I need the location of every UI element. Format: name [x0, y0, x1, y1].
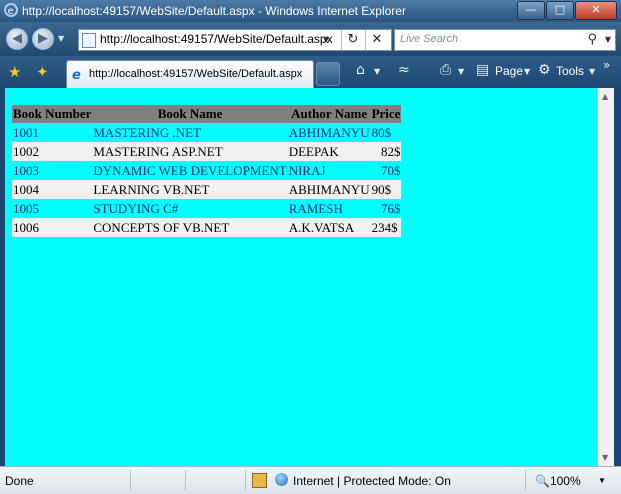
scroll-up-icon[interactable]: ▲ — [602, 92, 608, 101]
cell-price: 90$ — [370, 180, 402, 199]
tools-menu-button[interactable]: Tools — [556, 64, 584, 78]
page-icon — [82, 33, 96, 48]
books-grid: Book Number Book Name Author Name Price … — [12, 105, 402, 237]
cell-book-name: CONCEPTS OF VB.NET — [92, 218, 288, 237]
minimize-button[interactable]: — — [517, 1, 545, 20]
address-dropdown-icon[interactable]: ▼ — [323, 35, 329, 44]
tab-default-aspx[interactable]: e http://localhost:49157/WebSite/Default… — [66, 60, 314, 89]
header-book-name: Book Name — [92, 105, 288, 123]
cell-author-name: RAMESH — [287, 199, 371, 218]
maximize-button[interactable]: □ — [546, 1, 574, 20]
back-button[interactable]: ◀ — [6, 28, 28, 50]
cell-author-name: ABHIMANYU — [287, 123, 371, 142]
cell-book-number: 1006 — [12, 218, 93, 237]
page-content: Book Number Book Name Author Name Price … — [5, 88, 597, 466]
zoom-dropdown-icon[interactable]: ▼ — [598, 476, 606, 485]
grid-header-row: Book Number Book Name Author Name Price — [12, 105, 402, 123]
zoom-level[interactable]: 🔍100% — [535, 474, 581, 488]
toolbar-overflow-icon[interactable]: » — [603, 58, 610, 72]
close-window-button[interactable]: ✕ — [575, 1, 617, 20]
header-author-name: Author Name — [287, 105, 371, 123]
status-divider — [185, 470, 186, 490]
cell-author-name: NIRAJ — [287, 161, 371, 180]
gear-icon: ⚙ — [538, 62, 551, 78]
ie-page-icon: e — [72, 68, 81, 83]
cell-book-name: DYNAMIC WEB DEVELOPMENT — [92, 161, 288, 180]
table-row: 1005 STUDYING C# RAMESH 76$ — [12, 199, 402, 218]
window-title: http://localhost:49157/WebSite/Default.a… — [22, 4, 406, 18]
address-toolbar: ◀ ▶ ▼ http://localhost:49157/WebSite/Def… — [0, 22, 621, 56]
table-row: 1006 CONCEPTS OF VB.NET A.K.VATSA 234$ — [12, 218, 402, 237]
cell-book-name: STUDYING C# — [92, 199, 288, 218]
title-bar: e http://localhost:49157/WebSite/Default… — [0, 0, 621, 22]
tab-label: http://localhost:49157/WebSite/Default.a… — [89, 68, 303, 80]
favorites-center-icon[interactable]: ★ — [8, 63, 21, 81]
cell-author-name: DEEPAK — [287, 142, 371, 161]
home-icon[interactable]: ⌂ — [356, 62, 365, 78]
security-lock-icon[interactable] — [252, 473, 267, 488]
cell-price: 234$ — [370, 218, 402, 237]
ie-logo-icon: e — [4, 3, 18, 17]
header-price: Price — [370, 105, 402, 123]
cell-book-number: 1002 — [12, 142, 93, 161]
cell-book-number: 1004 — [12, 180, 93, 199]
search-input[interactable]: Live Search — [400, 33, 458, 45]
table-row: 1001 MASTERING .NET ABHIMANYU 80$ — [12, 123, 402, 142]
header-book-number: Book Number — [12, 105, 93, 123]
cell-book-number: 1003 — [12, 161, 93, 180]
address-input[interactable]: http://localhost:49157/WebSite/Default.a… — [100, 32, 333, 46]
history-dropdown-icon[interactable]: ▼ — [58, 34, 64, 43]
frame-right — [614, 88, 621, 466]
internet-zone-icon — [275, 473, 288, 486]
security-zone[interactable]: Internet | Protected Mode: On — [293, 474, 451, 488]
cell-author-name: ABHIMANYU — [287, 180, 371, 199]
cell-book-number: 1001 — [12, 123, 93, 142]
browser-window: e http://localhost:49157/WebSite/Default… — [0, 0, 621, 494]
table-row: 1004 LEARNING VB.NET ABHIMANYU 90$ — [12, 180, 402, 199]
address-bar[interactable]: http://localhost:49157/WebSite/Default.a… — [78, 29, 392, 51]
status-text: Done — [5, 474, 34, 488]
page-menu-icon: ▤ — [476, 62, 490, 78]
zoom-value: 100% — [549, 474, 581, 488]
refresh-button[interactable]: ↻ — [341, 30, 364, 50]
status-divider — [525, 470, 526, 490]
cell-price: 70$ — [370, 161, 402, 180]
add-favorites-icon[interactable]: ✦ — [36, 63, 49, 81]
search-icon[interactable]: ⚲ — [587, 32, 597, 47]
tools-dropdown-icon[interactable]: ▼ — [589, 67, 595, 76]
table-row: 1003 DYNAMIC WEB DEVELOPMENT NIRAJ 70$ — [12, 161, 402, 180]
page-dropdown-icon[interactable]: ▼ — [524, 67, 530, 76]
cell-book-name: MASTERING ASP.NET — [92, 142, 288, 161]
status-divider — [245, 470, 246, 490]
cell-price: 76$ — [370, 199, 402, 218]
print-dropdown-icon[interactable]: ▼ — [458, 67, 464, 76]
status-bar: Done Internet | Protected Mode: On 🔍100%… — [0, 466, 621, 494]
table-row: 1002 MASTERING ASP.NET DEEPAK 82$ — [12, 142, 402, 161]
window-controls: — □ ✕ — [516, 1, 617, 20]
cell-price: 82$ — [370, 142, 402, 161]
tab-toolbar: ★ ✦ e http://localhost:49157/WebSite/Def… — [0, 56, 621, 89]
cell-author-name: A.K.VATSA — [287, 218, 371, 237]
cell-book-name: LEARNING VB.NET — [92, 180, 288, 199]
status-divider — [130, 470, 131, 490]
scroll-down-icon[interactable]: ▼ — [602, 453, 608, 462]
home-dropdown-icon[interactable]: ▼ — [374, 67, 380, 76]
forward-button[interactable]: ▶ — [32, 28, 54, 50]
cell-book-number: 1005 — [12, 199, 93, 218]
new-tab-button[interactable] — [316, 62, 340, 86]
search-box[interactable]: Live Search ⚲ ▼ — [394, 29, 616, 51]
search-dropdown-icon[interactable]: ▼ — [605, 35, 611, 44]
cell-price: 80$ — [370, 123, 402, 142]
print-icon[interactable]: ⎙ — [440, 62, 451, 78]
page-menu-button[interactable]: Page — [495, 64, 523, 78]
cell-book-name: MASTERING .NET — [92, 123, 288, 142]
svg-text:e: e — [8, 6, 14, 17]
vertical-scrollbar[interactable]: ▲ ▼ — [597, 88, 615, 466]
feeds-icon[interactable]: ≈ — [398, 62, 410, 78]
stop-button[interactable]: ✕ — [365, 30, 388, 50]
